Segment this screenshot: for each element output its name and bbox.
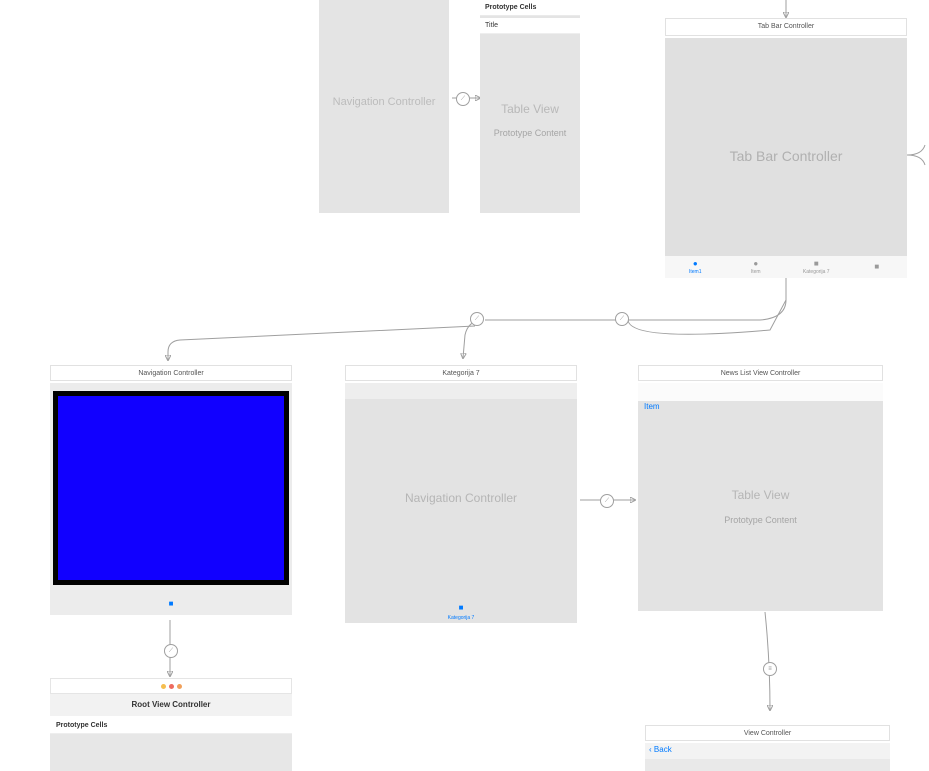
scene-table-view-top[interactable]: Prototype Cells Title Table View Prototy…: [480, 0, 580, 213]
tab-item-label: Item1: [689, 269, 702, 275]
segue-icon[interactable]: ⟋: [615, 312, 629, 326]
tab-glyph-icon: ■: [459, 603, 464, 612]
scene-title: Navigation Controller: [50, 365, 292, 381]
tab-item-label: Item: [751, 269, 761, 275]
traffic-light-icon: [169, 684, 174, 689]
scene-title: News List View Controller: [638, 365, 883, 381]
tab-glyph-icon: ■: [169, 599, 174, 608]
nav-bar-item[interactable]: Item: [644, 402, 660, 411]
tab-glyph-icon: ●: [693, 259, 698, 268]
segue-icon[interactable]: ⟋: [456, 92, 470, 106]
traffic-light-icon: [161, 684, 166, 689]
news-body: Item Table View Prototype Content: [638, 383, 883, 611]
media-placeholder: [58, 396, 284, 580]
scene-view-controller[interactable]: View Controller ‹ Back: [645, 725, 890, 771]
storyboard-canvas[interactable]: Navigation Controller ⟋ Prototype Cells …: [0, 0, 929, 771]
nav-bar: [645, 743, 890, 759]
nav3-body: Navigation Controller ■ Kategorija 7: [345, 383, 577, 623]
nav2-body: ■: [50, 383, 292, 615]
tab-item-label: Kategorija 7: [803, 269, 830, 275]
scene-root-view-controller[interactable]: Root View Controller Prototype Cells: [50, 678, 292, 771]
chevron-left-icon: ‹: [649, 745, 652, 754]
scene-news-list-view-controller[interactable]: News List View Controller Item Table Vie…: [638, 365, 883, 611]
nav-bar-title: Root View Controller: [50, 694, 292, 716]
scene-title: View Controller: [645, 725, 890, 741]
tab-item-3[interactable]: ■ Kategorija 7: [786, 256, 847, 278]
nav2-tabbar: ■: [50, 593, 292, 611]
scene-navigation-controller-top[interactable]: Navigation Controller: [319, 0, 449, 213]
vc-body: ‹ Back: [645, 743, 890, 771]
back-label: Back: [654, 745, 672, 754]
nav3-tabbar: ■ Kategorija 7: [345, 597, 577, 621]
scene-title: Tab Bar Controller: [665, 18, 907, 36]
tab-glyph-icon: ●: [753, 259, 758, 268]
tab-bar: ● Item1 ● Item ■ Kategorija 7 ■: [665, 256, 907, 278]
tab-bar-main-label: Tab Bar Controller: [665, 148, 907, 164]
table-body: [50, 734, 292, 771]
nav-controller-label: Navigation Controller: [319, 96, 449, 108]
table-view-label: Table View: [480, 102, 580, 116]
scene-title: Kategorija 7: [345, 365, 577, 381]
nav-bar: [345, 383, 577, 399]
nav-controller-label: Navigation Controller: [345, 491, 577, 505]
tab-item-4[interactable]: ■: [847, 256, 908, 278]
table-view-label: Table View: [638, 488, 883, 502]
tab-item-1[interactable]: ● Item1: [665, 256, 726, 278]
scene-navigation-controller-kategorija[interactable]: Kategorija 7 Navigation Controller ■ Kat…: [345, 365, 577, 623]
table-view-sublabel: Prototype Content: [638, 515, 883, 525]
segue-icon[interactable]: ⟋: [600, 494, 614, 508]
scene-titlebar[interactable]: [50, 678, 292, 694]
nav-bar: [638, 383, 883, 401]
tab-glyph-icon: ■: [814, 259, 819, 268]
tab-bar-body: Tab Bar Controller ● Item1 ● Item ■ Kate…: [665, 38, 907, 278]
scene-navigation-controller-blue[interactable]: Navigation Controller ■: [50, 365, 292, 615]
segue-icon[interactable]: ≡: [763, 662, 777, 676]
segue-icon[interactable]: ⟋: [470, 312, 484, 326]
back-button[interactable]: ‹ Back: [649, 745, 672, 754]
tab-glyph-icon: ■: [874, 262, 879, 271]
segue-icon[interactable]: ⟋: [164, 644, 178, 658]
prototype-cells-header: Prototype Cells: [50, 718, 292, 734]
traffic-light-icon: [177, 684, 182, 689]
tab-item-label: Kategorija 7: [345, 615, 577, 621]
media-frame: [53, 391, 289, 585]
prototype-cell-row[interactable]: Title: [480, 18, 580, 34]
table-view-sublabel: Prototype Content: [480, 128, 580, 138]
scene-tab-bar-controller[interactable]: Tab Bar Controller Tab Bar Controller ● …: [665, 18, 907, 278]
tab-item-2[interactable]: ● Item: [726, 256, 787, 278]
prototype-cells-header: Prototype Cells: [480, 0, 580, 16]
